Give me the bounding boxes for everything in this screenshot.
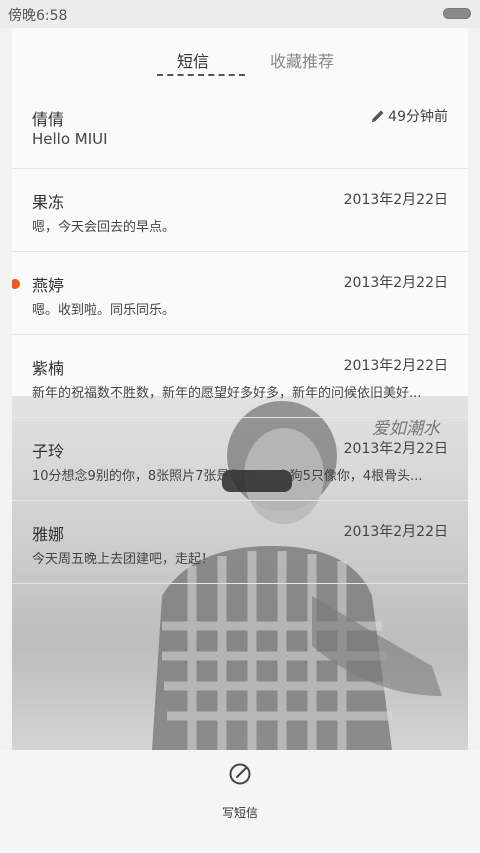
compose-label: 写短信 <box>221 806 258 820</box>
status-time: 傍晚6:58 <box>8 8 68 24</box>
message-preview: 嗯。收到啦。同乐同乐。 <box>32 303 176 318</box>
message-preview: Hello MIUI <box>32 130 108 148</box>
message-date: 2013年2月22日 <box>343 441 448 457</box>
message-date: 2013年2月22日 <box>343 524 448 540</box>
bottom-action-bar: 写短信 <box>0 750 480 853</box>
contact-name: 燕婷 <box>32 276 65 295</box>
contact-name: 子玲 <box>32 442 65 461</box>
message-item[interactable]: 子玲 2013年2月22日 10分想念9别的你，8张照片7张是你，6只小狗5只像… <box>12 418 468 501</box>
compose-icon <box>229 763 251 785</box>
contact-name: 果冻 <box>32 193 65 212</box>
tab-sms[interactable]: 短信 <box>177 48 209 72</box>
contact-name: 紫楠 <box>32 359 65 378</box>
message-preview: 嗯，今天会回去的早点。 <box>32 220 176 235</box>
message-date: 2013年2月22日 <box>343 358 448 374</box>
contact-name: 雅娜 <box>32 525 65 544</box>
unread-indicator-dot <box>12 279 20 289</box>
compose-message-button[interactable]: 写短信 <box>209 758 271 828</box>
message-item[interactable]: 果冻 2013年2月22日 嗯，今天会回去的早点。 <box>12 169 468 252</box>
message-preview: 10分想念9别的你，8张照片7张是你，6只小狗5只像你，4根骨头... <box>32 469 423 484</box>
message-time: 49分钟前 <box>388 109 448 125</box>
status-bar: 傍晚6:58 <box>0 0 480 28</box>
message-preview: 今天周五晚上去团建吧，走起！ <box>32 552 215 567</box>
message-item[interactable]: 倩倩 49分钟前 Hello MIUI <box>12 86 468 169</box>
tab-favorites[interactable]: 收藏推荐 <box>270 48 334 72</box>
message-list-panel: 爱如潮水 短信 收藏推荐 倩倩 49分钟前 Hello MIUI 果冻 2013… <box>12 28 468 750</box>
tab-active-indicator <box>157 74 245 76</box>
battery-icon <box>443 8 471 19</box>
contact-name: 倩倩 <box>32 110 65 129</box>
message-date: 2013年2月22日 <box>343 192 448 208</box>
message-item[interactable]: 紫楠 2013年2月22日 新年的祝福数不胜数，新年的愿望好多好多，新年的问候依… <box>12 335 468 418</box>
pencil-icon <box>372 110 384 122</box>
message-item[interactable]: 燕婷 2013年2月22日 嗯。收到啦。同乐同乐。 <box>12 252 468 335</box>
message-date: 2013年2月22日 <box>343 275 448 291</box>
message-preview: 新年的祝福数不胜数，新年的愿望好多好多，新年的问候依旧美好... <box>32 386 422 401</box>
tab-bar: 短信 收藏推荐 <box>12 28 468 88</box>
message-item[interactable]: 雅娜 2013年2月22日 今天周五晚上去团建吧，走起！ <box>12 501 468 584</box>
